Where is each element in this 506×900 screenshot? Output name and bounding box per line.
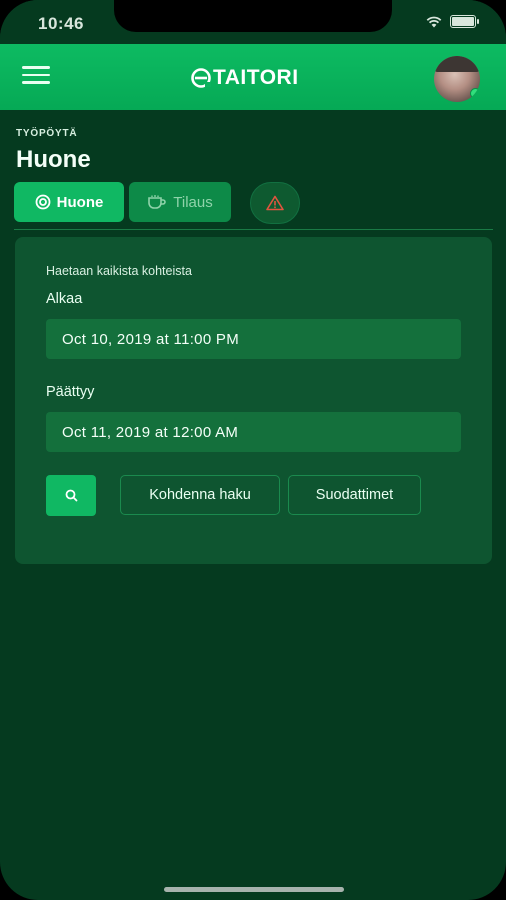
search-hint: Haetaan kaikista kohteista bbox=[46, 264, 192, 278]
warning-triangle-icon bbox=[266, 195, 284, 211]
logo-text: TAITORI bbox=[213, 66, 299, 89]
breadcrumb: TYÖPÖYTÄ bbox=[16, 128, 78, 139]
tab-huone[interactable]: Huone bbox=[14, 182, 124, 222]
tab-label: Huone bbox=[56, 193, 104, 211]
end-label: Päättyy bbox=[46, 384, 95, 400]
app-header: TAITORI bbox=[0, 44, 506, 110]
status-time: 10:46 bbox=[38, 14, 84, 33]
coffee-cup-icon bbox=[148, 195, 167, 209]
search-icon bbox=[65, 489, 77, 502]
tab-label: Tilaus bbox=[173, 193, 213, 211]
end-datetime-field[interactable]: Oct 11, 2019 at 12:00 AM bbox=[46, 412, 461, 452]
app-logo: TAITORI bbox=[190, 65, 316, 91]
menu-button[interactable] bbox=[22, 66, 50, 86]
filters-label: Suodattimet bbox=[315, 487, 394, 503]
online-status-dot bbox=[470, 88, 480, 99]
filters-button[interactable]: Suodattimet bbox=[288, 475, 421, 515]
home-indicator[interactable] bbox=[164, 887, 344, 892]
start-label: Alkaa bbox=[46, 291, 83, 307]
page-title: Huone bbox=[16, 146, 91, 173]
search-card: Haetaan kaikista kohteista Alkaa Oct 10,… bbox=[15, 237, 492, 564]
tab-tilaus[interactable]: Tilaus bbox=[129, 182, 231, 222]
target-icon bbox=[35, 194, 51, 210]
tab-alerts[interactable] bbox=[250, 182, 300, 224]
tab-divider bbox=[14, 229, 493, 230]
app-screen: 10:46 TAITORI TYÖPÖYTÄ Huone Huone Tilau… bbox=[0, 0, 506, 900]
end-datetime-value: Oct 11, 2019 at 12:00 AM bbox=[62, 423, 239, 441]
device-notch bbox=[114, 0, 392, 32]
start-datetime-field[interactable]: Oct 10, 2019 at 11:00 PM bbox=[46, 319, 461, 359]
wifi-icon bbox=[426, 16, 442, 27]
status-bar: 10:46 bbox=[0, 0, 506, 44]
hamburger-icon-line bbox=[22, 66, 50, 69]
hamburger-icon-line bbox=[22, 73, 50, 76]
logo-mark-icon bbox=[191, 68, 211, 88]
hamburger-icon-line bbox=[22, 81, 50, 84]
search-button[interactable] bbox=[46, 475, 96, 516]
status-icons bbox=[426, 15, 479, 28]
start-datetime-value: Oct 10, 2019 at 11:00 PM bbox=[62, 330, 240, 348]
user-avatar[interactable] bbox=[434, 56, 480, 102]
refine-search-button[interactable]: Kohdenna haku bbox=[120, 475, 280, 515]
battery-icon bbox=[450, 15, 479, 28]
refine-search-label: Kohdenna haku bbox=[149, 487, 251, 503]
avatar-hair bbox=[434, 56, 480, 72]
